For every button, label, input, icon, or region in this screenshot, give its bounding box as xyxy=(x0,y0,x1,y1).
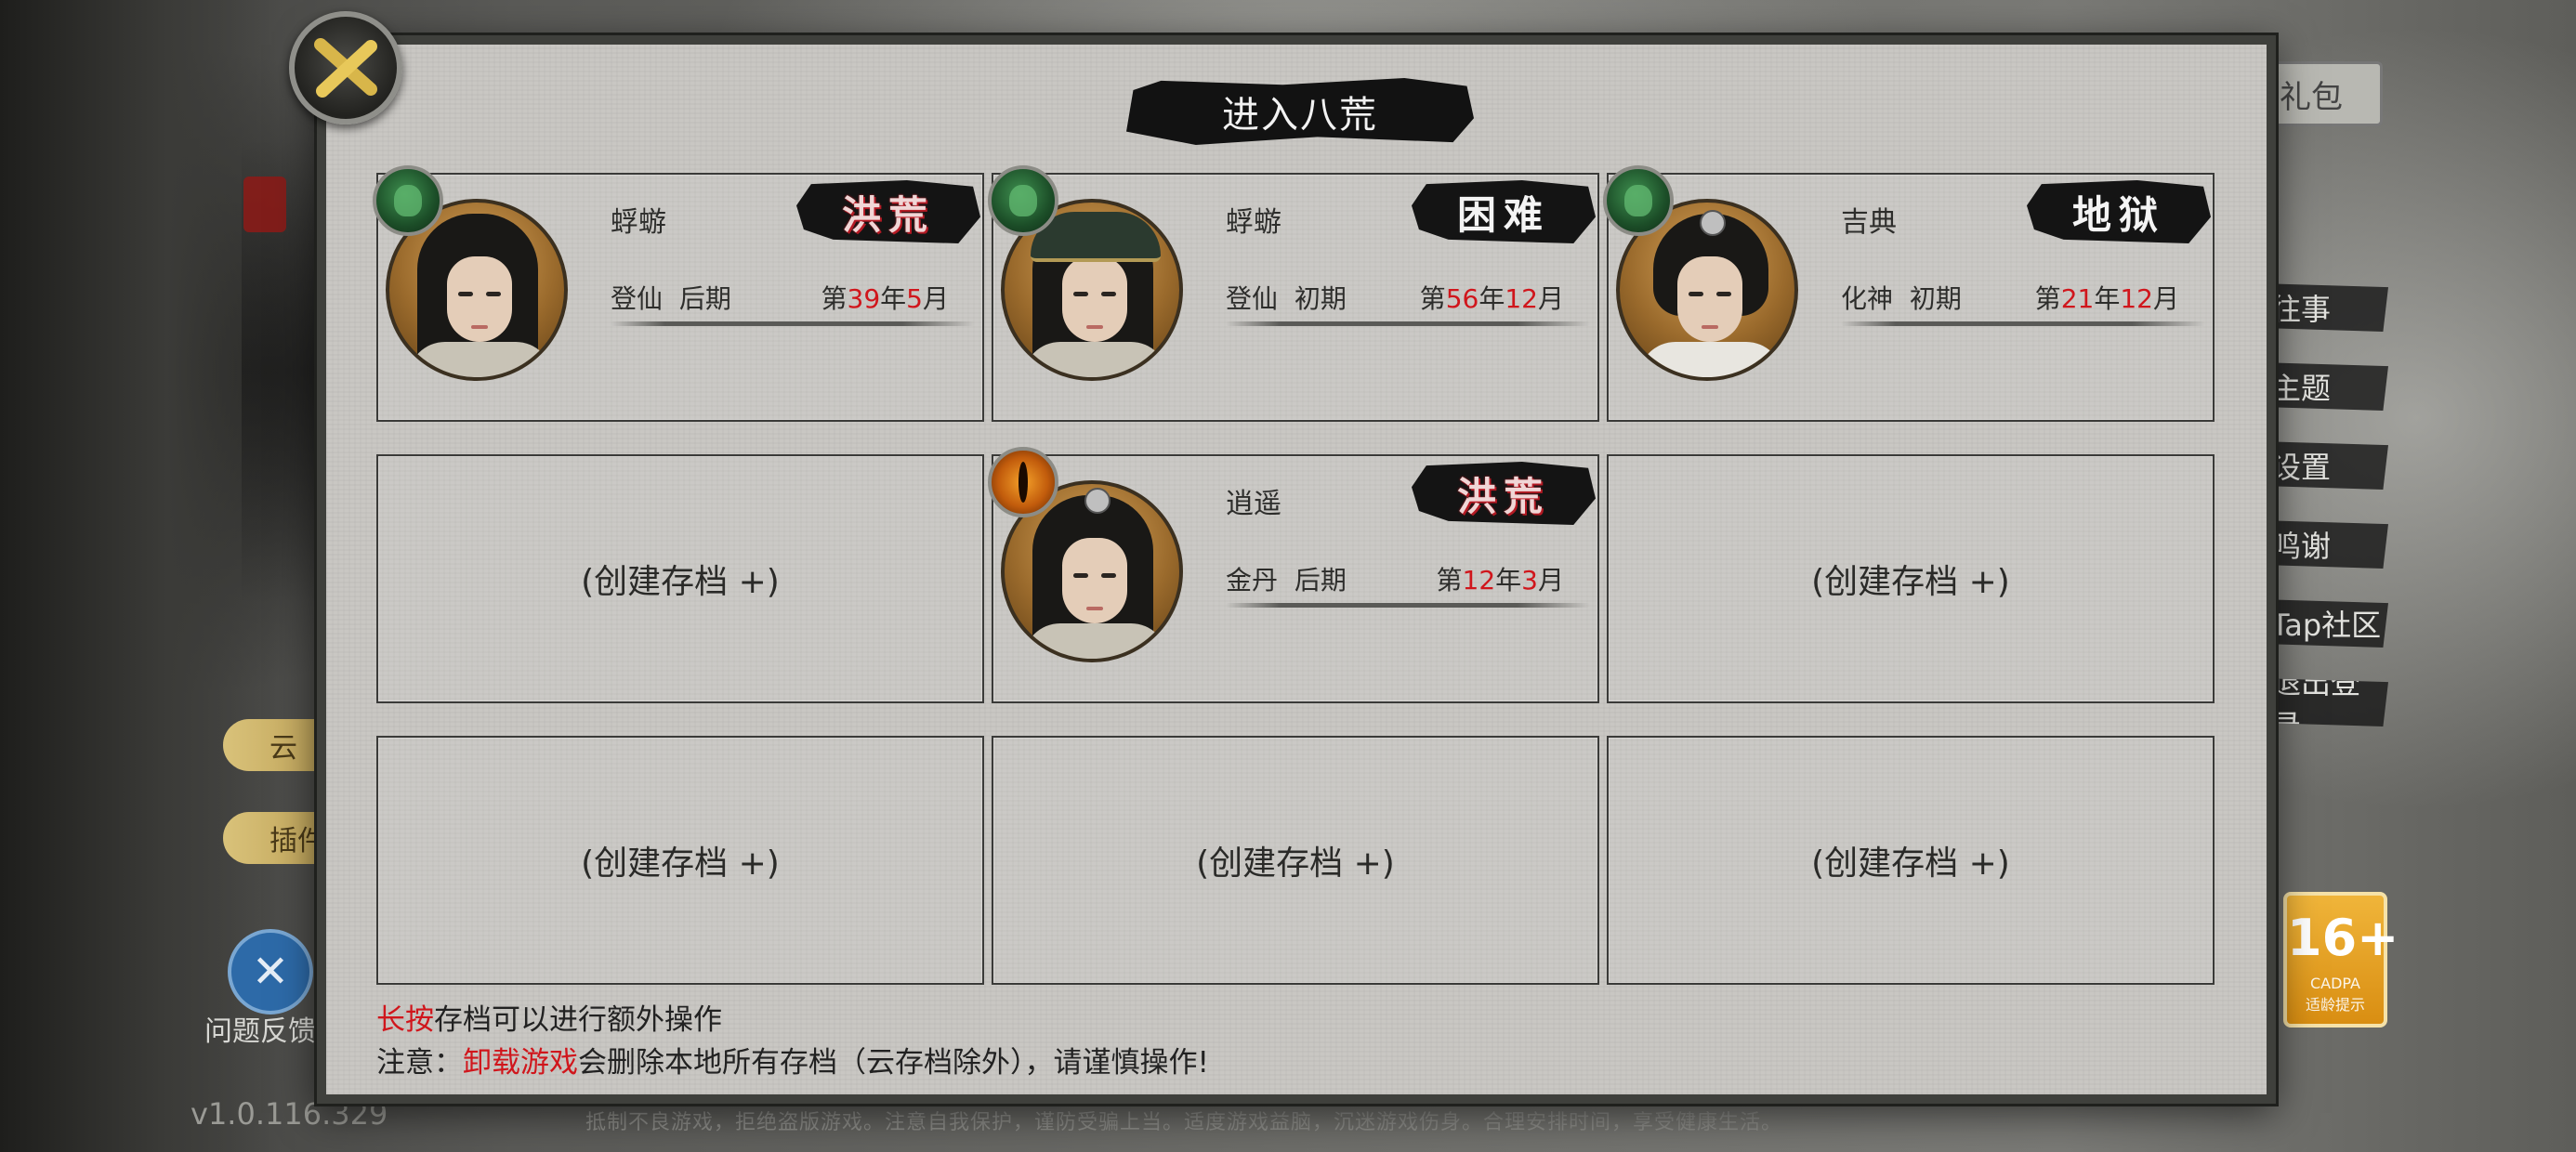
character-name: 逍遥 xyxy=(1226,488,1281,520)
menu-item-history[interactable]: 往事 xyxy=(2258,283,2388,332)
cultivation-realm: 登仙 初期 xyxy=(1226,279,1347,316)
realm-stage: 后期 xyxy=(1294,565,1347,596)
realm-stage: 初期 xyxy=(1909,283,1962,314)
feedback-label: 问题反馈 xyxy=(204,1015,316,1048)
character-name: 蜉蝣 xyxy=(611,206,666,239)
save-slot-1[interactable]: 蜉蝣 洪荒 登仙 后期 第39年5月 xyxy=(373,165,984,422)
menu-item-tap-community[interactable]: Tap社区 xyxy=(2258,599,2388,648)
difficulty-badge: 洪荒 xyxy=(796,180,980,243)
difficulty-badge: 困难 xyxy=(1412,180,1596,243)
cultivation-realm: 化神 初期 xyxy=(1841,279,1962,316)
slot-underline xyxy=(1226,321,1590,326)
age-rating-org: CADPA xyxy=(2309,975,2360,992)
save-slot-3[interactable]: 吉典 地狱 化神 初期 第21年12月 xyxy=(1603,165,2215,422)
realm-stage: 后期 xyxy=(678,283,731,314)
realm-name: 登仙 xyxy=(611,283,664,314)
character-name: 吉典 xyxy=(1841,206,1897,239)
wrench-screwdriver-icon[interactable]: ✕ xyxy=(228,929,313,1015)
create-save-label: (创建存档 +) xyxy=(1811,563,2010,601)
slot-underline xyxy=(1841,321,2205,326)
create-save-slot-9[interactable]: (创建存档 +) xyxy=(1607,736,2215,985)
close-button[interactable] xyxy=(289,11,402,124)
age-rating-badge: 16+ CADPA 适龄提示 xyxy=(2283,892,2399,1028)
create-save-label: (创建存档 +) xyxy=(1811,844,2010,883)
game-date: 第39年5月 xyxy=(821,283,949,314)
difficulty-badge: 洪荒 xyxy=(1412,462,1596,525)
slot-underline xyxy=(1226,603,1590,608)
difficulty-badge: 地狱 xyxy=(2027,180,2211,243)
menu-item-theme[interactable]: 主题 xyxy=(2258,362,2388,411)
menu-item-settings[interactable]: 设置 xyxy=(2258,441,2388,490)
jade-gourd-icon xyxy=(988,165,1058,236)
slot-underline xyxy=(611,321,975,326)
jade-gourd-icon xyxy=(1603,165,1674,236)
save-slot-5[interactable]: 逍遥 洪荒 金丹 后期 第12年3月 xyxy=(988,447,1599,703)
game-date: 第21年12月 xyxy=(2034,283,2179,314)
jade-gourd-icon xyxy=(373,165,443,236)
create-save-slot-4[interactable]: (创建存档 +) xyxy=(376,454,984,703)
menu-item-credits[interactable]: 鸣谢 xyxy=(2258,520,2388,569)
background-red-seal xyxy=(243,177,286,232)
create-save-slot-6[interactable]: (创建存档 +) xyxy=(1607,454,2215,703)
gift-pack-button[interactable]: 礼包 xyxy=(2267,61,2383,126)
close-x-icon xyxy=(314,38,377,98)
create-save-slot-8[interactable]: (创建存档 +) xyxy=(992,736,1599,985)
create-save-label: (创建存档 +) xyxy=(581,563,780,601)
health-notice: 抵制不良游戏，拒绝盗版游戏。注意自我保护，谨防受骗上当。适度游戏益脑，沉迷游戏伤… xyxy=(585,1111,1783,1134)
create-save-label: (创建存档 +) xyxy=(581,844,780,883)
cloud-save-label: 云 xyxy=(269,732,297,765)
game-date: 第56年12月 xyxy=(1419,283,1564,314)
age-rating-hint: 适龄提示 xyxy=(2305,996,2365,1014)
realm-stage: 初期 xyxy=(1294,283,1347,314)
realm-name: 金丹 xyxy=(1226,565,1279,596)
age-rating-value: 16+ xyxy=(2287,909,2399,967)
create-save-slot-7[interactable]: (创建存档 +) xyxy=(376,736,984,985)
create-save-label: (创建存档 +) xyxy=(1196,844,1395,883)
character-name: 蜉蝣 xyxy=(1226,206,1281,239)
long-press-hint: 长按存档可以进行额外操作 xyxy=(376,1003,722,1037)
cultivation-realm: 登仙 后期 xyxy=(611,279,731,316)
realm-name: 化神 xyxy=(1841,283,1894,314)
cultivation-realm: 金丹 后期 xyxy=(1226,560,1347,597)
game-date: 第12年3月 xyxy=(1436,565,1564,596)
realm-name: 登仙 xyxy=(1226,283,1279,314)
save-slot-2[interactable]: 蜉蝣 困难 登仙 初期 第56年12月 xyxy=(988,165,1599,422)
dragon-eye-icon xyxy=(988,447,1058,517)
menu-item-logout[interactable]: 退出登录 xyxy=(2258,678,2388,727)
uninstall-warning: 注意：卸载游戏会删除本地所有存档（云存档除外），请谨慎操作! xyxy=(376,1046,1209,1080)
dialog-title: 进入八荒 xyxy=(1126,78,1474,145)
